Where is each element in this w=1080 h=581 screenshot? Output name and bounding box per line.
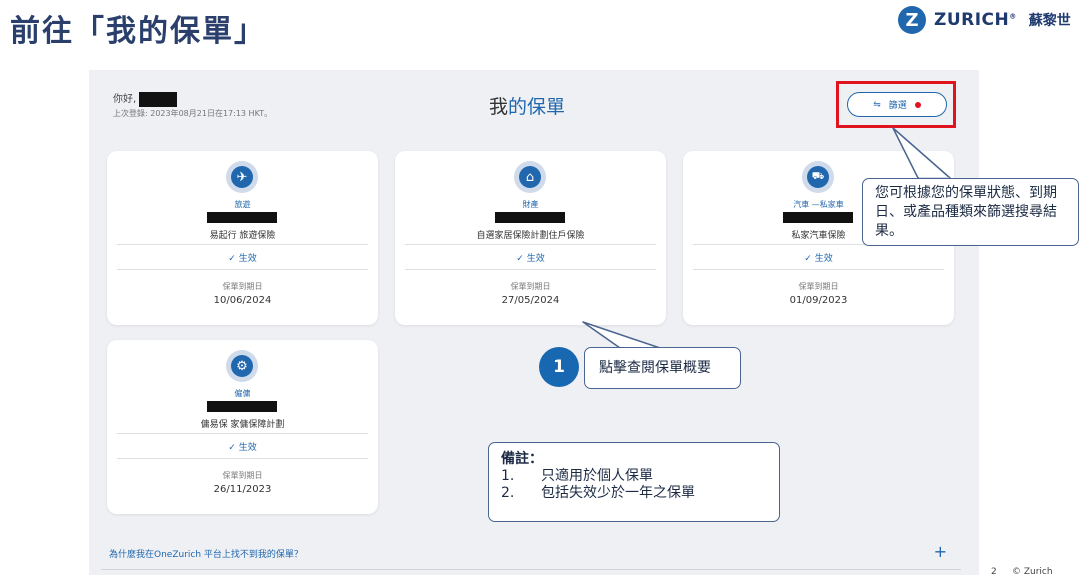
policy-category: 旅遊 <box>234 200 251 209</box>
expiry-date: 10/06/2024 <box>213 295 272 306</box>
redacted-name <box>139 91 178 107</box>
step-number-badge: 1 <box>539 347 579 387</box>
policy-product-name: 自選家居保險計劃住戶保險 <box>476 231 585 241</box>
page-number: 2 <box>991 567 997 577</box>
divider <box>117 433 368 434</box>
policy-status: ✓ 生效 <box>516 254 545 264</box>
last-login-text: 上次登錄: 2023年08月21日在17:13 HKT。 <box>113 109 273 118</box>
redacted-policy-number <box>207 401 277 412</box>
policy-card-employment[interactable]: ⚙ 僱傭 傭易保 家傭保障計劃 ✓ 生效 保單到期日 26/11/2023 <box>107 340 378 514</box>
policy-category: 僱傭 <box>234 389 251 398</box>
logo-text: ZURICH® <box>934 10 1017 30</box>
policy-card-property[interactable]: ⌂ 財產 自選家居保險計劃住戶保險 ✓ 生效 保單到期日 27/05/2024 <box>395 151 666 325</box>
note-title: 備註： <box>501 451 543 467</box>
policy-product-name: 傭易保 家傭保障計劃 <box>200 420 285 430</box>
policy-status: ✓ 生效 <box>804 254 833 264</box>
expiry-label: 保單到期日 <box>222 282 263 291</box>
note-item: 1. 只適用於個人保單 <box>501 468 653 484</box>
expand-plus-icon[interactable]: + <box>934 542 947 561</box>
slide-title: 前往「我的保單」 <box>10 14 266 49</box>
policy-product-name: 易起行 旅遊保險 <box>209 231 276 241</box>
filter-highlight-box <box>836 81 956 128</box>
divider <box>405 244 656 245</box>
policy-status: ✓ 生效 <box>228 443 257 453</box>
expiry-date: 01/09/2023 <box>789 295 848 306</box>
footer-copyright: © Zurich <box>1012 567 1053 577</box>
divider <box>405 269 656 270</box>
gear-icon: ⚙ <box>226 350 258 382</box>
divider <box>693 269 944 270</box>
page-title: 我的保單 <box>489 96 566 118</box>
click-tip-callout: 點擊查閱保單概要 <box>584 347 741 389</box>
expiry-date: 26/11/2023 <box>213 484 272 495</box>
faq-accordion[interactable]: 為什麼我在OneZurich 平台上找不到我的保單？ + <box>101 540 961 570</box>
note-item: 2. 包括失效少於一年之保單 <box>501 485 695 501</box>
airplane-icon: ✈ <box>226 161 258 193</box>
faq-link[interactable]: 為什麼我在OneZurich 平台上找不到我的保單？ <box>109 547 303 560</box>
expiry-label: 保單到期日 <box>798 282 839 291</box>
policy-category: 財產 <box>522 200 539 209</box>
redacted-policy-number <box>207 212 277 223</box>
expiry-label: 保單到期日 <box>510 282 551 291</box>
expiry-date: 27/05/2024 <box>501 295 560 306</box>
note-callout: 備註： 1. 只適用於個人保單 2. 包括失效少於一年之保單 <box>488 442 780 522</box>
divider <box>117 244 368 245</box>
policy-status: ✓ 生效 <box>228 254 257 264</box>
car-icon: ⛟ <box>802 161 834 193</box>
zurich-logo: Z ZURICH® 蘇黎世 <box>898 6 1071 34</box>
filter-tip-callout: 您可根據您的保單狀態、到期日、或產品種類來篩選搜尋結果。 <box>862 178 1079 246</box>
zurich-logo-icon: Z <box>898 6 926 34</box>
greeting: 你好, <box>113 90 178 107</box>
divider <box>117 458 368 459</box>
house-icon: ⌂ <box>514 161 546 193</box>
policy-card-travel[interactable]: ✈ 旅遊 易起行 旅遊保險 ✓ 生效 保單到期日 10/06/2024 <box>107 151 378 325</box>
slide: 前往「我的保單」 Z ZURICH® 蘇黎世 你好, 上次登錄: 2023年08… <box>0 0 1080 581</box>
redacted-policy-number <box>495 212 565 223</box>
divider <box>117 269 368 270</box>
logo-chinese: 蘇黎世 <box>1028 13 1071 29</box>
expiry-label: 保單到期日 <box>222 471 263 480</box>
redacted-policy-number <box>783 212 853 223</box>
